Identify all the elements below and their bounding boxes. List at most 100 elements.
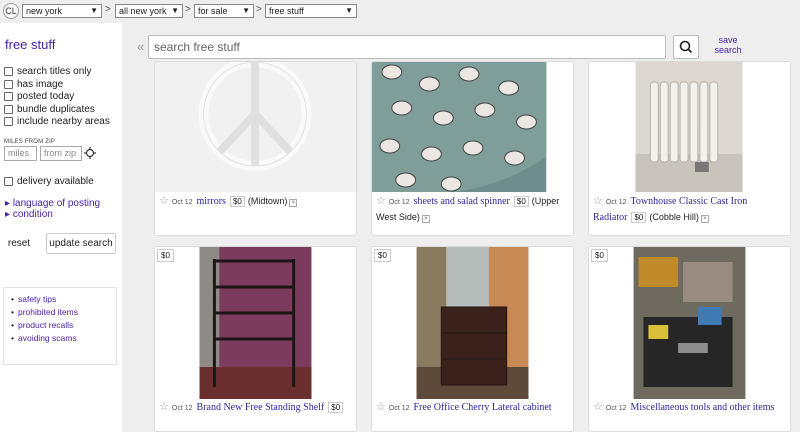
listing-neighborhood: (Cobble Hill) [649, 212, 699, 222]
listing-card[interactable]: $0 ☆ Oct 12 Free Office Cherry Lateral cab… [371, 246, 574, 432]
hide-icon[interactable]: × [421, 215, 430, 223]
listing-card[interactable]: ☆ Oct 12 sheets and salad spinner $0 (Upper W… [371, 61, 574, 236]
listing-card[interactable]: $0 ☆ Oct 12 Miscellaneous tools and other … [588, 246, 791, 432]
price-badge: $0 [374, 249, 391, 262]
safety-tips-box: safety tips prohibited items product rec… [3, 287, 117, 365]
listing-meta: ☆ Oct 12 mirrors $0 (Midtown) × [159, 194, 298, 210]
craigslist-logo[interactable]: CL [3, 3, 19, 19]
filter-sidebar: free stuff search titles only has image … [0, 23, 122, 432]
listing-date: Oct 12 [171, 199, 193, 206]
miles-input[interactable]: miles [4, 146, 37, 161]
reset-button[interactable]: reset [2, 233, 36, 254]
star-icon[interactable]: ☆ [376, 195, 386, 207]
collapse-sidebar-icon[interactable]: « [137, 39, 144, 54]
listing-date: Oct 12 [605, 405, 627, 412]
checkbox-nearby-areas[interactable]: include nearby areas [4, 115, 110, 127]
checkbox[interactable] [4, 91, 13, 101]
section-select[interactable]: for sale ▼ [194, 4, 254, 18]
listing-date: Oct 12 [388, 405, 410, 412]
save-search-line1: save [718, 35, 738, 45]
listing-title-cont[interactable]: Radiator [593, 212, 627, 223]
tip-link-safety[interactable]: safety tips [11, 293, 116, 306]
search-button[interactable] [673, 35, 699, 59]
listing-image[interactable] [589, 62, 790, 192]
breadcrumb-bar: CL new york ▼ > all new york ▼ > for sale ▼… [0, 0, 800, 22]
checkbox[interactable] [4, 176, 13, 186]
listing-card[interactable]: ☆ Oct 12 mirrors $0 (Midtown) × [154, 61, 357, 236]
category-select[interactable]: free stuff ▼ [265, 4, 357, 18]
checkbox-posted-today[interactable]: posted today [4, 90, 74, 102]
listing-meta: ☆ Oct 12 Townhouse Classic Cast Iron Radiat… [593, 194, 789, 225]
listing-meta: ☆ Oct 12 Miscellaneous tools and other ite… [593, 400, 778, 416]
search-icon [679, 40, 693, 54]
listing-neighborhood: (Midtown) [247, 196, 288, 206]
save-search-link[interactable]: save search [710, 35, 746, 55]
listing-image[interactable] [155, 62, 356, 192]
listing-image[interactable] [372, 62, 573, 192]
checkbox-label: search titles only [17, 65, 92, 77]
chevron-down-icon: ▼ [242, 6, 250, 15]
listing-image[interactable] [155, 247, 356, 399]
condition-link-label: condition [12, 209, 53, 220]
listing-date: Oct 12 [171, 405, 193, 412]
chevron-down-icon: ▼ [171, 6, 179, 15]
hide-icon[interactable]: × [700, 215, 709, 223]
star-icon[interactable]: ☆ [593, 195, 603, 207]
star-icon[interactable]: ☆ [376, 401, 386, 413]
listing-title[interactable]: Free Office Cherry Lateral cabinet [414, 402, 552, 413]
hide-icon[interactable]: × [289, 199, 298, 207]
breadcrumb-separator: > [185, 4, 191, 15]
condition-link[interactable]: ▸ condition [5, 209, 53, 220]
listing-card[interactable]: $0 ☆ Oct 12 Brand New Free Standing Shelf $… [154, 246, 357, 432]
area-select-value: new york [26, 6, 63, 16]
star-icon[interactable]: ☆ [159, 195, 169, 207]
checkbox[interactable] [4, 116, 13, 126]
update-search-button[interactable]: update search [46, 233, 116, 254]
checkbox-label: include nearby areas [17, 115, 110, 127]
checkbox-has-image[interactable]: has image [4, 78, 63, 90]
listing-meta: ☆ Oct 12 Free Office Cherry Lateral cabine… [376, 400, 556, 416]
listing-meta: ☆ Oct 12 sheets and salad spinner $0 (Upper W… [376, 194, 572, 225]
locate-icon[interactable] [84, 147, 96, 159]
star-icon[interactable]: ☆ [159, 401, 169, 413]
checkbox[interactable] [4, 79, 13, 89]
listing-card[interactable]: ☆ Oct 12 Townhouse Classic Cast Iron Radiat… [588, 61, 791, 236]
chevron-down-icon: ▼ [90, 6, 98, 15]
price-badge: $0 [328, 402, 344, 413]
breadcrumb-separator: > [256, 4, 262, 15]
area-select[interactable]: new york ▼ [22, 4, 102, 18]
tip-link-recalls[interactable]: product recalls [11, 319, 116, 332]
checkbox[interactable] [4, 104, 13, 114]
miles-from-zip-label: MILES FROM ZIP [4, 139, 56, 145]
listing-title[interactable]: Townhouse Classic Cast Iron [631, 196, 748, 207]
price-badge: $0 [591, 249, 608, 262]
listing-image[interactable] [589, 247, 790, 399]
listing-neighborhood: (Upper [531, 196, 560, 206]
checkbox[interactable] [4, 66, 13, 76]
listing-image[interactable] [372, 247, 573, 399]
price-badge: $0 [229, 196, 245, 207]
listing-title[interactable]: Miscellaneous tools and other items [631, 402, 775, 413]
listing-title[interactable]: mirrors [197, 196, 226, 207]
section-select-value: for sale [198, 6, 228, 16]
language-link[interactable]: ▸ language of posting [5, 198, 100, 209]
listing-date: Oct 12 [605, 199, 627, 206]
tip-link-scams[interactable]: avoiding scams [11, 332, 116, 345]
checkbox-label: has image [17, 78, 64, 90]
price-badge: $0 [513, 196, 529, 207]
listing-title[interactable]: Brand New Free Standing Shelf [197, 402, 325, 413]
listing-title[interactable]: sheets and salad spinner [414, 196, 510, 207]
listing-neighborhood-cont: West Side) [376, 212, 420, 222]
search-input[interactable]: search free stuff [148, 35, 666, 59]
subarea-select[interactable]: all new york ▼ [115, 4, 183, 18]
checkbox-label: bundle duplicates [17, 103, 95, 115]
star-icon[interactable]: ☆ [593, 401, 603, 413]
language-link-label: language of posting [12, 198, 101, 209]
checkbox-bundle-duplicates[interactable]: bundle duplicates [4, 103, 95, 115]
tip-link-prohibited[interactable]: prohibited items [11, 306, 116, 319]
zip-input[interactable]: from zip [40, 146, 82, 161]
checkbox-delivery[interactable]: delivery available [4, 175, 94, 187]
subarea-select-value: all new york [119, 6, 167, 16]
checkbox-label: delivery available [17, 175, 94, 187]
checkbox-search-titles[interactable]: search titles only [4, 65, 91, 77]
